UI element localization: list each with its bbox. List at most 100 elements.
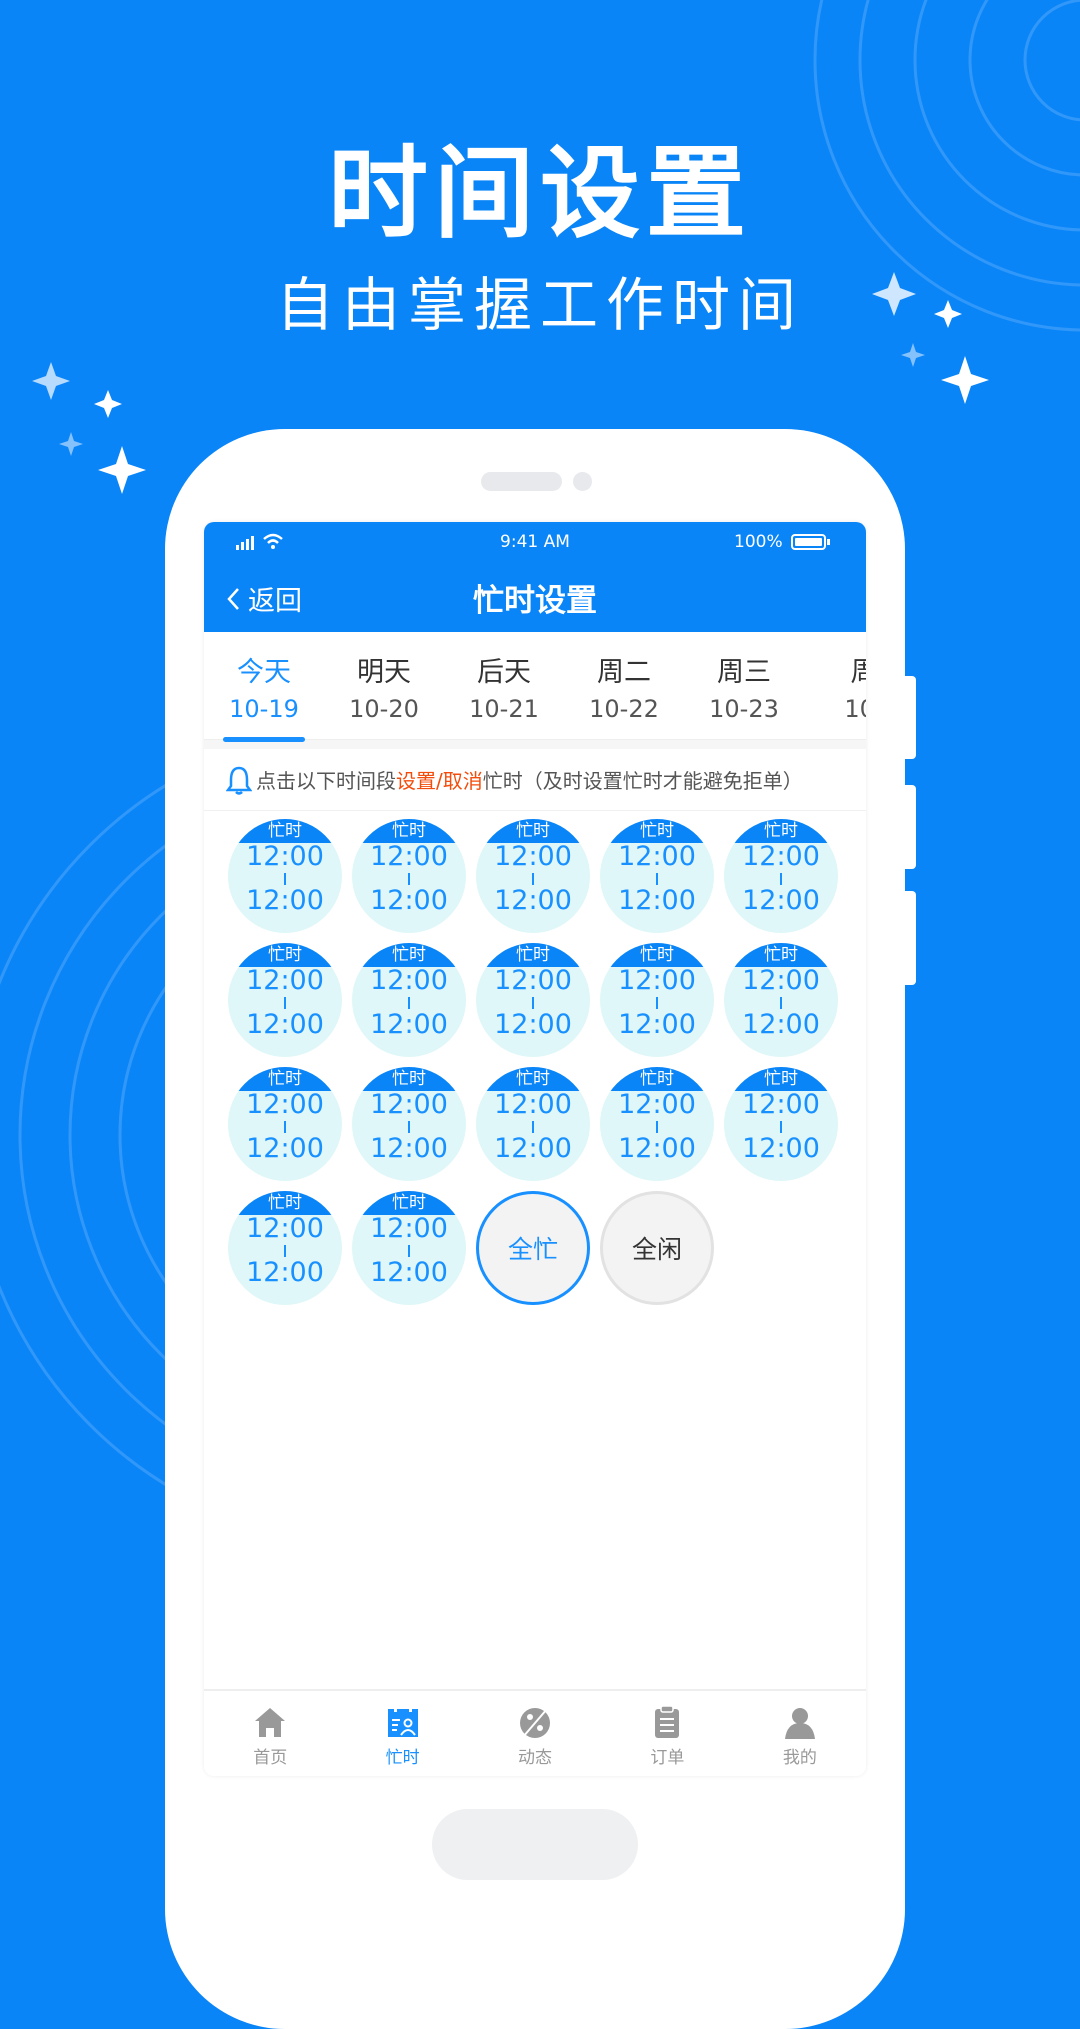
tab-calendar-person[interactable]: 忙时 bbox=[336, 1691, 468, 1776]
time-slot[interactable]: 忙时 12:00 12:00 bbox=[600, 1067, 714, 1181]
busy-tag: 忙时 bbox=[724, 1067, 838, 1091]
back-label: 返回 bbox=[248, 586, 302, 617]
phone-camera bbox=[573, 472, 592, 491]
tab-date-label: 10-23 bbox=[709, 695, 779, 723]
slot-start: 12:00 bbox=[618, 965, 696, 996]
hero-title: 时间设置 bbox=[328, 135, 752, 252]
slot-end: 12:00 bbox=[618, 885, 696, 916]
phone-mockup: 9:41 AM 100% 返回 忙时设置 今天 10-19 明天 10-20 后天 10-… bbox=[165, 429, 905, 2029]
sparkle-icon bbox=[941, 356, 989, 404]
sparkle-icon bbox=[901, 343, 925, 367]
tab-date[interactable]: 周 10- bbox=[804, 632, 866, 739]
slot-start: 12:00 bbox=[742, 1089, 820, 1120]
notice-suffix: 忙时（及时设置忙时才能避免拒单） bbox=[482, 769, 803, 793]
chevron-left-icon bbox=[227, 587, 239, 610]
app-screen: 9:41 AM 100% 返回 忙时设置 今天 10-19 明天 10-20 后天 10-… bbox=[204, 522, 866, 1776]
busy-tag: 忙时 bbox=[352, 819, 466, 843]
time-slot[interactable]: 忙时 12:00 12:00 bbox=[228, 819, 342, 933]
tab-date[interactable]: 今天 10-19 bbox=[204, 632, 324, 739]
busy-tag: 忙时 bbox=[476, 819, 590, 843]
phone-speaker bbox=[481, 472, 562, 491]
slot-end: 12:00 bbox=[246, 885, 324, 916]
time-slot[interactable]: 忙时 12:00 12:00 bbox=[600, 819, 714, 933]
slot-separator bbox=[532, 873, 534, 885]
slot-end: 12:00 bbox=[370, 1009, 448, 1040]
slot-separator bbox=[780, 1121, 782, 1133]
slot-end: 12:00 bbox=[742, 885, 820, 916]
tab-planet[interactable]: 动态 bbox=[469, 1691, 601, 1776]
busy-tag: 忙时 bbox=[600, 819, 714, 843]
tab-date[interactable]: 明天 10-20 bbox=[324, 632, 444, 739]
busy-tag: 忙时 bbox=[228, 943, 342, 967]
time-slot[interactable]: 忙时 12:00 12:00 bbox=[228, 943, 342, 1057]
tab-date[interactable]: 后天 10-21 bbox=[444, 632, 564, 739]
slot-separator bbox=[284, 873, 286, 885]
time-slot[interactable]: 忙时 12:00 12:00 bbox=[724, 819, 838, 933]
slot-separator bbox=[656, 873, 658, 885]
time-slot[interactable]: 忙时 12:00 12:00 bbox=[352, 1067, 466, 1181]
slot-end: 12:00 bbox=[370, 1257, 448, 1288]
all-busy-button[interactable]: 全忙 bbox=[476, 1191, 590, 1305]
slot-separator bbox=[532, 997, 534, 1009]
busy-tag: 忙时 bbox=[476, 1067, 590, 1091]
tab-date-label: 10-21 bbox=[469, 695, 539, 723]
slot-start: 12:00 bbox=[246, 1213, 324, 1244]
busy-tag: 忙时 bbox=[600, 1067, 714, 1091]
planet-icon bbox=[520, 1708, 551, 1738]
bell-icon bbox=[226, 766, 252, 795]
busy-tag: 忙时 bbox=[600, 943, 714, 967]
slot-separator bbox=[532, 1121, 534, 1133]
notice-highlight: 设置/取消 bbox=[396, 769, 483, 793]
busy-tag: 忙时 bbox=[476, 943, 590, 967]
slot-separator bbox=[656, 997, 658, 1009]
status-bar: 9:41 AM 100% bbox=[204, 522, 866, 561]
tab-day: 后天 bbox=[477, 657, 531, 688]
slot-start: 12:00 bbox=[494, 965, 572, 996]
slot-end: 12:00 bbox=[494, 885, 572, 916]
tab-label: 首页 bbox=[253, 1748, 288, 1768]
busy-tag: 忙时 bbox=[228, 819, 342, 843]
battery-percent: 100% bbox=[734, 532, 783, 552]
time-slot[interactable]: 忙时 12:00 12:00 bbox=[352, 943, 466, 1057]
sparkle-icon bbox=[98, 446, 146, 494]
busy-tag: 忙时 bbox=[352, 1067, 466, 1091]
page-title: 忙时设置 bbox=[473, 583, 597, 619]
phone-side-button bbox=[905, 785, 916, 869]
tab-home[interactable]: 首页 bbox=[204, 1691, 336, 1776]
busy-tag: 忙时 bbox=[724, 943, 838, 967]
time-slot[interactable]: 忙时 12:00 12:00 bbox=[476, 943, 590, 1057]
sparkle-icon bbox=[32, 362, 70, 400]
battery-icon bbox=[791, 534, 830, 550]
time-slot[interactable]: 忙时 12:00 12:00 bbox=[352, 819, 466, 933]
busy-tag: 忙时 bbox=[724, 819, 838, 843]
notice-bar: 点击以下时间段 设置/取消 忙时（及时设置忙时才能避免拒单） bbox=[204, 749, 866, 811]
busy-tag: 忙时 bbox=[228, 1191, 342, 1215]
bottom-tab-bar: 首页 忙时 动态 订单 我的 bbox=[204, 1689, 866, 1776]
time-slot[interactable]: 忙时 12:00 12:00 bbox=[228, 1067, 342, 1181]
slot-end: 12:00 bbox=[246, 1257, 324, 1288]
back-button[interactable]: 返回 bbox=[226, 579, 302, 618]
tab-date[interactable]: 周二 10-22 bbox=[564, 632, 684, 739]
slot-start: 12:00 bbox=[618, 841, 696, 872]
time-slot[interactable]: 忙时 12:00 12:00 bbox=[476, 819, 590, 933]
nav-bar: 返回 忙时设置 bbox=[204, 561, 866, 632]
home-icon bbox=[255, 1708, 286, 1737]
tab-date[interactable]: 周三 10-23 bbox=[684, 632, 804, 739]
time-slot[interactable]: 忙时 12:00 12:00 bbox=[352, 1191, 466, 1305]
tab-clipboard[interactable]: 订单 bbox=[601, 1691, 733, 1776]
tab-user[interactable]: 我的 bbox=[734, 1691, 866, 1776]
clipboard-icon bbox=[655, 1705, 680, 1738]
slot-start: 12:00 bbox=[742, 965, 820, 996]
tab-date-label: 10- bbox=[844, 695, 866, 723]
time-slot[interactable]: 忙时 12:00 12:00 bbox=[228, 1191, 342, 1305]
time-slot[interactable]: 忙时 12:00 12:00 bbox=[600, 943, 714, 1057]
time-slot[interactable]: 忙时 12:00 12:00 bbox=[724, 1067, 838, 1181]
time-slot[interactable]: 忙时 12:00 12:00 bbox=[724, 943, 838, 1057]
time-slot[interactable]: 忙时 12:00 12:00 bbox=[476, 1067, 590, 1181]
all-free-button[interactable]: 全闲 bbox=[600, 1191, 714, 1305]
slot-separator bbox=[284, 997, 286, 1009]
slot-end: 12:00 bbox=[618, 1009, 696, 1040]
slot-start: 12:00 bbox=[246, 965, 324, 996]
slot-start: 12:00 bbox=[370, 1089, 448, 1120]
sparkle-icon bbox=[94, 390, 122, 418]
